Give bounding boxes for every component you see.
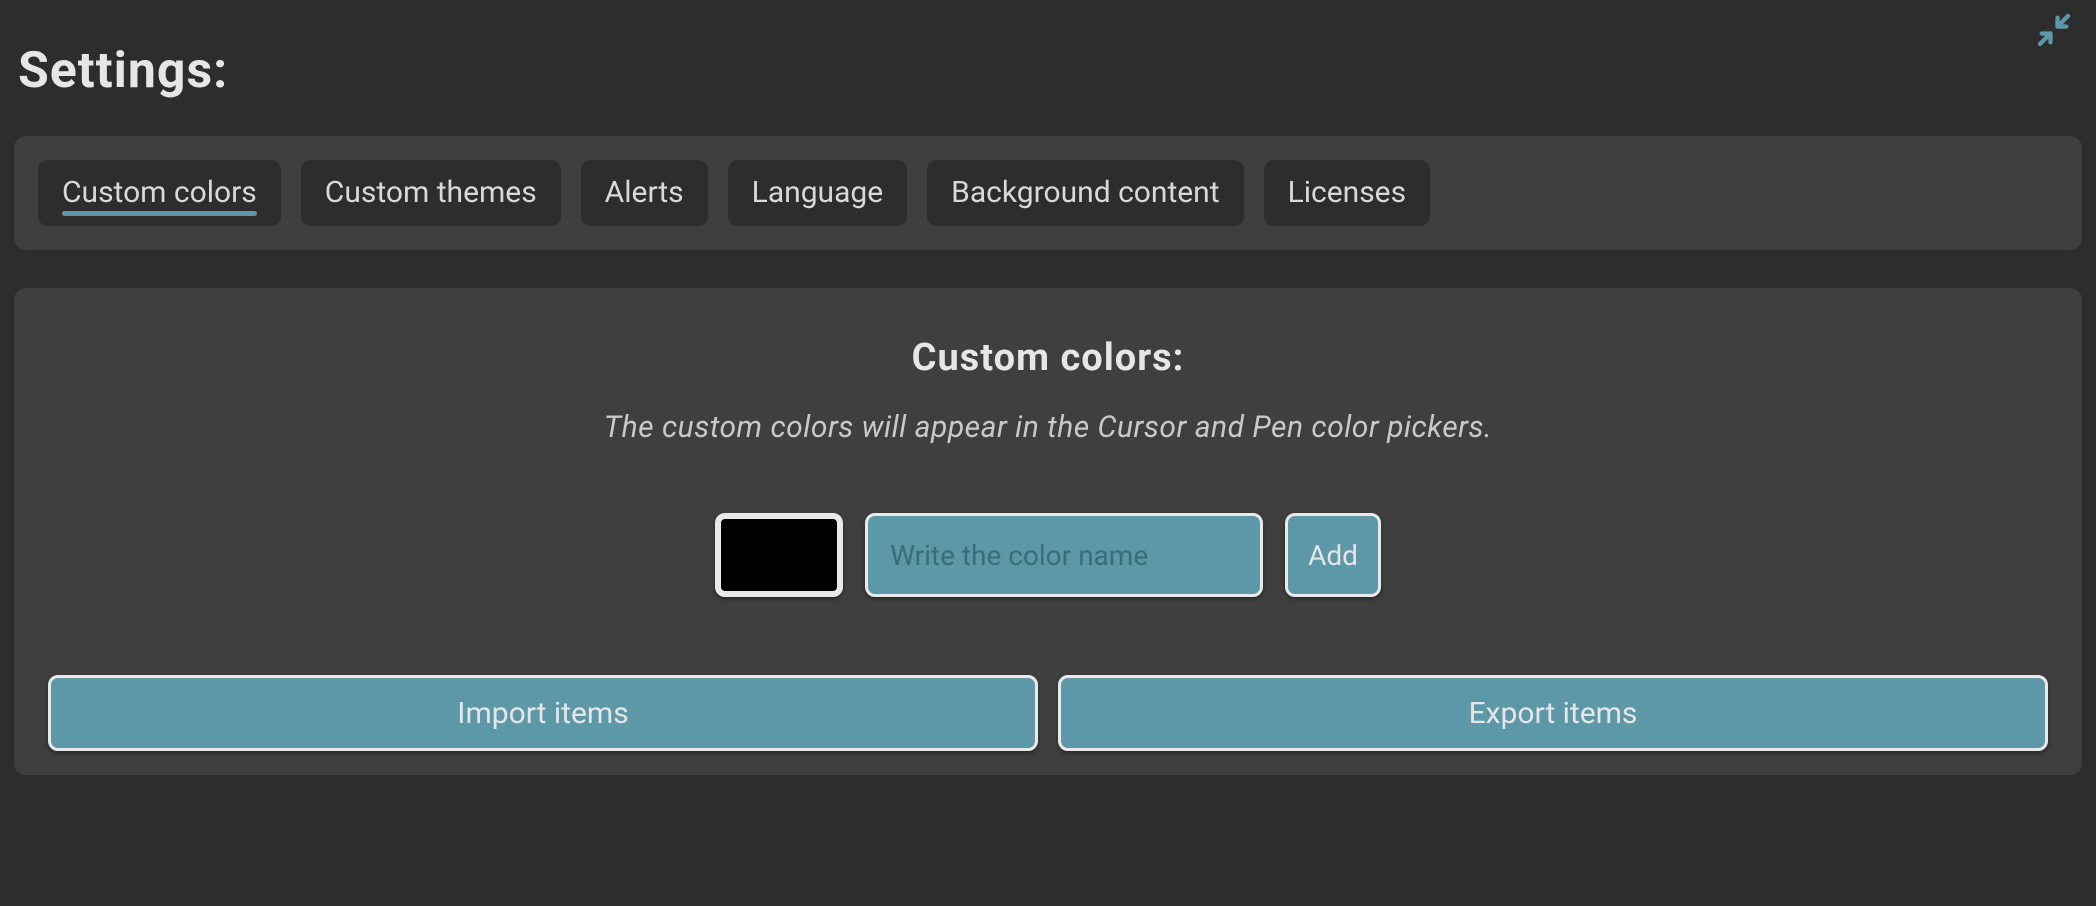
tab-licenses[interactable]: Licenses xyxy=(1264,160,1431,226)
add-color-row: Add xyxy=(34,513,2062,597)
section-description: The custom colors will appear in the Cur… xyxy=(34,410,2062,445)
settings-page: Settings: Custom colors Custom themes Al… xyxy=(0,0,2096,906)
import-export-row: Import items Export items xyxy=(34,675,2062,755)
import-items-button[interactable]: Import items xyxy=(48,675,1038,751)
collapse-button[interactable] xyxy=(2030,6,2078,54)
section-title: Custom colors: xyxy=(34,336,2062,380)
content-panel: Custom colors: The custom colors will ap… xyxy=(14,288,2082,775)
color-swatch-picker[interactable] xyxy=(715,513,843,597)
page-title: Settings: xyxy=(14,14,2082,136)
tab-custom-colors[interactable]: Custom colors xyxy=(38,160,281,226)
tab-alerts[interactable]: Alerts xyxy=(581,160,708,226)
tab-language[interactable]: Language xyxy=(728,160,908,226)
tab-background-content[interactable]: Background content xyxy=(927,160,1243,226)
export-items-button[interactable]: Export items xyxy=(1058,675,2048,751)
collapse-icon xyxy=(2033,9,2075,51)
color-name-input[interactable] xyxy=(865,513,1263,597)
tab-custom-themes[interactable]: Custom themes xyxy=(301,160,561,226)
tabs-panel: Custom colors Custom themes Alerts Langu… xyxy=(14,136,2082,250)
add-color-button[interactable]: Add xyxy=(1285,513,1381,597)
